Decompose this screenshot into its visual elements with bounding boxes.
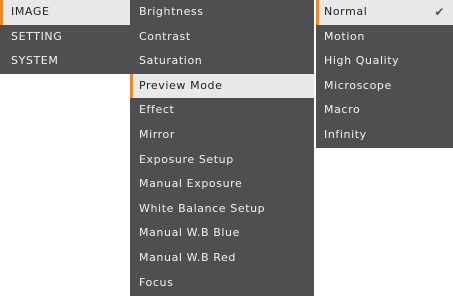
image-menu-item-label: Brightness bbox=[139, 5, 204, 18]
main-menu-item-label: SYSTEM bbox=[11, 54, 59, 68]
check-icon: ✔ bbox=[434, 5, 445, 19]
preview-mode-option-label: High Quality bbox=[324, 54, 400, 68]
image-menu-item-contrast[interactable]: Contrast bbox=[130, 25, 314, 50]
preview-mode-option-macro[interactable]: Macro bbox=[316, 98, 453, 123]
image-menu-item-label: Effect bbox=[139, 103, 175, 117]
image-menu-item-white-balance-setup[interactable]: White Balance Setup bbox=[130, 197, 314, 222]
main-menu: IMAGE SETTING SYSTEM bbox=[0, 0, 130, 74]
preview-mode-option-normal[interactable]: Normal ✔ bbox=[316, 0, 453, 25]
image-menu-item-label: Saturation bbox=[139, 54, 203, 68]
preview-mode-submenu: Normal ✔ Motion High Quality Microscope … bbox=[316, 0, 453, 148]
preview-mode-option-high-quality[interactable]: High Quality bbox=[316, 49, 453, 74]
image-menu-item-saturation[interactable]: Saturation bbox=[130, 49, 314, 74]
image-menu-item-label: Mirror bbox=[139, 127, 176, 141]
preview-mode-option-motion[interactable]: Motion bbox=[316, 25, 453, 50]
osd-menu-screen: IMAGE SETTING SYSTEM Brightness Contrast… bbox=[0, 0, 453, 296]
preview-mode-option-label: Infinity bbox=[324, 127, 367, 141]
image-menu-item-manual-wb-red[interactable]: Manual W.B Red bbox=[130, 246, 314, 271]
main-menu-item-system[interactable]: SYSTEM bbox=[0, 49, 130, 74]
image-menu-item-mirror[interactable]: Mirror bbox=[130, 123, 314, 148]
preview-mode-option-label: Macro bbox=[324, 103, 361, 117]
image-menu-item-label: Manual Exposure bbox=[139, 177, 243, 191]
preview-mode-option-microscope[interactable]: Microscope bbox=[316, 74, 453, 99]
image-menu-item-brightness[interactable]: Brightness bbox=[130, 0, 314, 25]
image-menu-item-label: Focus bbox=[139, 275, 174, 289]
preview-mode-option-label: Motion bbox=[324, 29, 365, 43]
main-menu-item-label: SETTING bbox=[11, 29, 63, 43]
image-menu-item-label: Preview Mode bbox=[139, 78, 223, 92]
preview-mode-option-label: Normal bbox=[324, 5, 368, 18]
image-menu-item-exposure-setup[interactable]: Exposure Setup bbox=[130, 148, 314, 173]
image-menu-item-label: Contrast bbox=[139, 29, 191, 43]
image-menu-item-preview-mode[interactable]: Preview Mode bbox=[130, 73, 314, 99]
image-menu-item-label: Manual W.B Red bbox=[139, 250, 236, 264]
main-menu-item-label: IMAGE bbox=[11, 5, 50, 18]
image-menu-item-effect[interactable]: Effect bbox=[130, 98, 314, 123]
main-menu-item-setting[interactable]: SETTING bbox=[0, 25, 130, 50]
image-menu-item-label: Exposure Setup bbox=[139, 152, 234, 166]
image-menu-item-manual-wb-blue[interactable]: Manual W.B Blue bbox=[130, 221, 314, 246]
image-menu-item-focus[interactable]: Focus bbox=[130, 271, 314, 296]
image-menu-item-label: Manual W.B Blue bbox=[139, 226, 240, 240]
preview-mode-option-infinity[interactable]: Infinity bbox=[316, 123, 453, 148]
image-submenu: Brightness Contrast Saturation Preview M… bbox=[130, 0, 314, 296]
main-menu-item-image[interactable]: IMAGE bbox=[0, 0, 130, 25]
image-menu-item-manual-exposure[interactable]: Manual Exposure bbox=[130, 172, 314, 197]
preview-mode-option-label: Microscope bbox=[324, 78, 392, 92]
image-menu-item-label: White Balance Setup bbox=[139, 201, 266, 215]
